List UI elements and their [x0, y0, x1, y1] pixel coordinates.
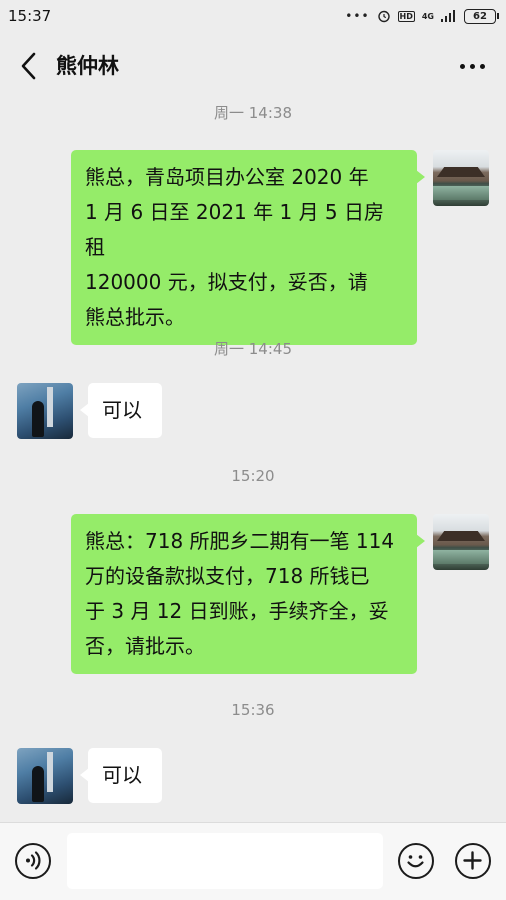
- timestamp: 15:20: [231, 467, 275, 485]
- notification-dots: •••: [345, 9, 370, 23]
- chat-screen: 15:37 ••• HD 4G 62 熊仲林 周一 14:38 熊总，青岛项目办…: [0, 0, 506, 900]
- outgoing-message[interactable]: 熊总，青岛项目办公室 2020 年 1 月 6 日至 2021 年 1 月 5 …: [71, 150, 425, 345]
- message-line: 于 3 月 12 日到账，手续齐全，妥: [85, 599, 389, 623]
- alarm-icon: [377, 10, 390, 23]
- status-time: 15:37: [8, 7, 52, 25]
- contact-avatar[interactable]: [17, 383, 73, 439]
- message-line: 1 月 6 日至 2021 年 1 月 5 日房租: [85, 200, 385, 259]
- message-line: 可以: [102, 398, 142, 422]
- more-dots-icon[interactable]: [452, 52, 492, 80]
- chevron-left-icon[interactable]: [14, 49, 42, 83]
- self-avatar[interactable]: [433, 514, 489, 570]
- nav-bar: 熊仲林: [0, 32, 506, 100]
- message-line: 熊总批示。: [85, 305, 185, 329]
- outgoing-message[interactable]: 熊总：718 所肥乡二期有一笔 114 万的设备款拟支付，718 所钱已 于 3…: [71, 514, 425, 674]
- timestamp: 15:36: [231, 701, 275, 719]
- input-bar: [0, 822, 506, 900]
- chat-title: 熊仲林: [56, 54, 119, 78]
- timestamp: 周一 14:45: [214, 340, 292, 358]
- emoji-icon[interactable]: [398, 843, 434, 879]
- message-line: 可以: [102, 763, 142, 787]
- timestamp: 周一 14:38: [214, 104, 292, 122]
- incoming-message[interactable]: 可以: [80, 383, 162, 438]
- message-line: 120000 元，拟支付，妥否，请: [85, 270, 368, 294]
- message-line: 否，请批示。: [85, 634, 205, 658]
- signal-icon: [441, 10, 455, 22]
- incoming-message[interactable]: 可以: [80, 748, 162, 803]
- message-input[interactable]: [67, 833, 383, 889]
- network-type: 4G: [421, 11, 434, 21]
- message-line: 熊总，青岛项目办公室 2020 年: [85, 165, 369, 189]
- message-line: 万的设备款拟支付，718 所钱已: [85, 564, 370, 588]
- status-bar: 15:37 ••• HD 4G 62: [0, 0, 506, 32]
- hd-icon: HD: [397, 10, 415, 22]
- status-icons: ••• HD 4G 62: [345, 8, 499, 24]
- contact-avatar[interactable]: [17, 748, 73, 804]
- plus-icon[interactable]: [455, 843, 491, 879]
- message-line: 熊总：718 所肥乡二期有一笔 114: [85, 529, 395, 553]
- voice-icon[interactable]: [15, 843, 51, 879]
- self-avatar[interactable]: [433, 150, 489, 206]
- battery-indicator: 62: [464, 8, 499, 24]
